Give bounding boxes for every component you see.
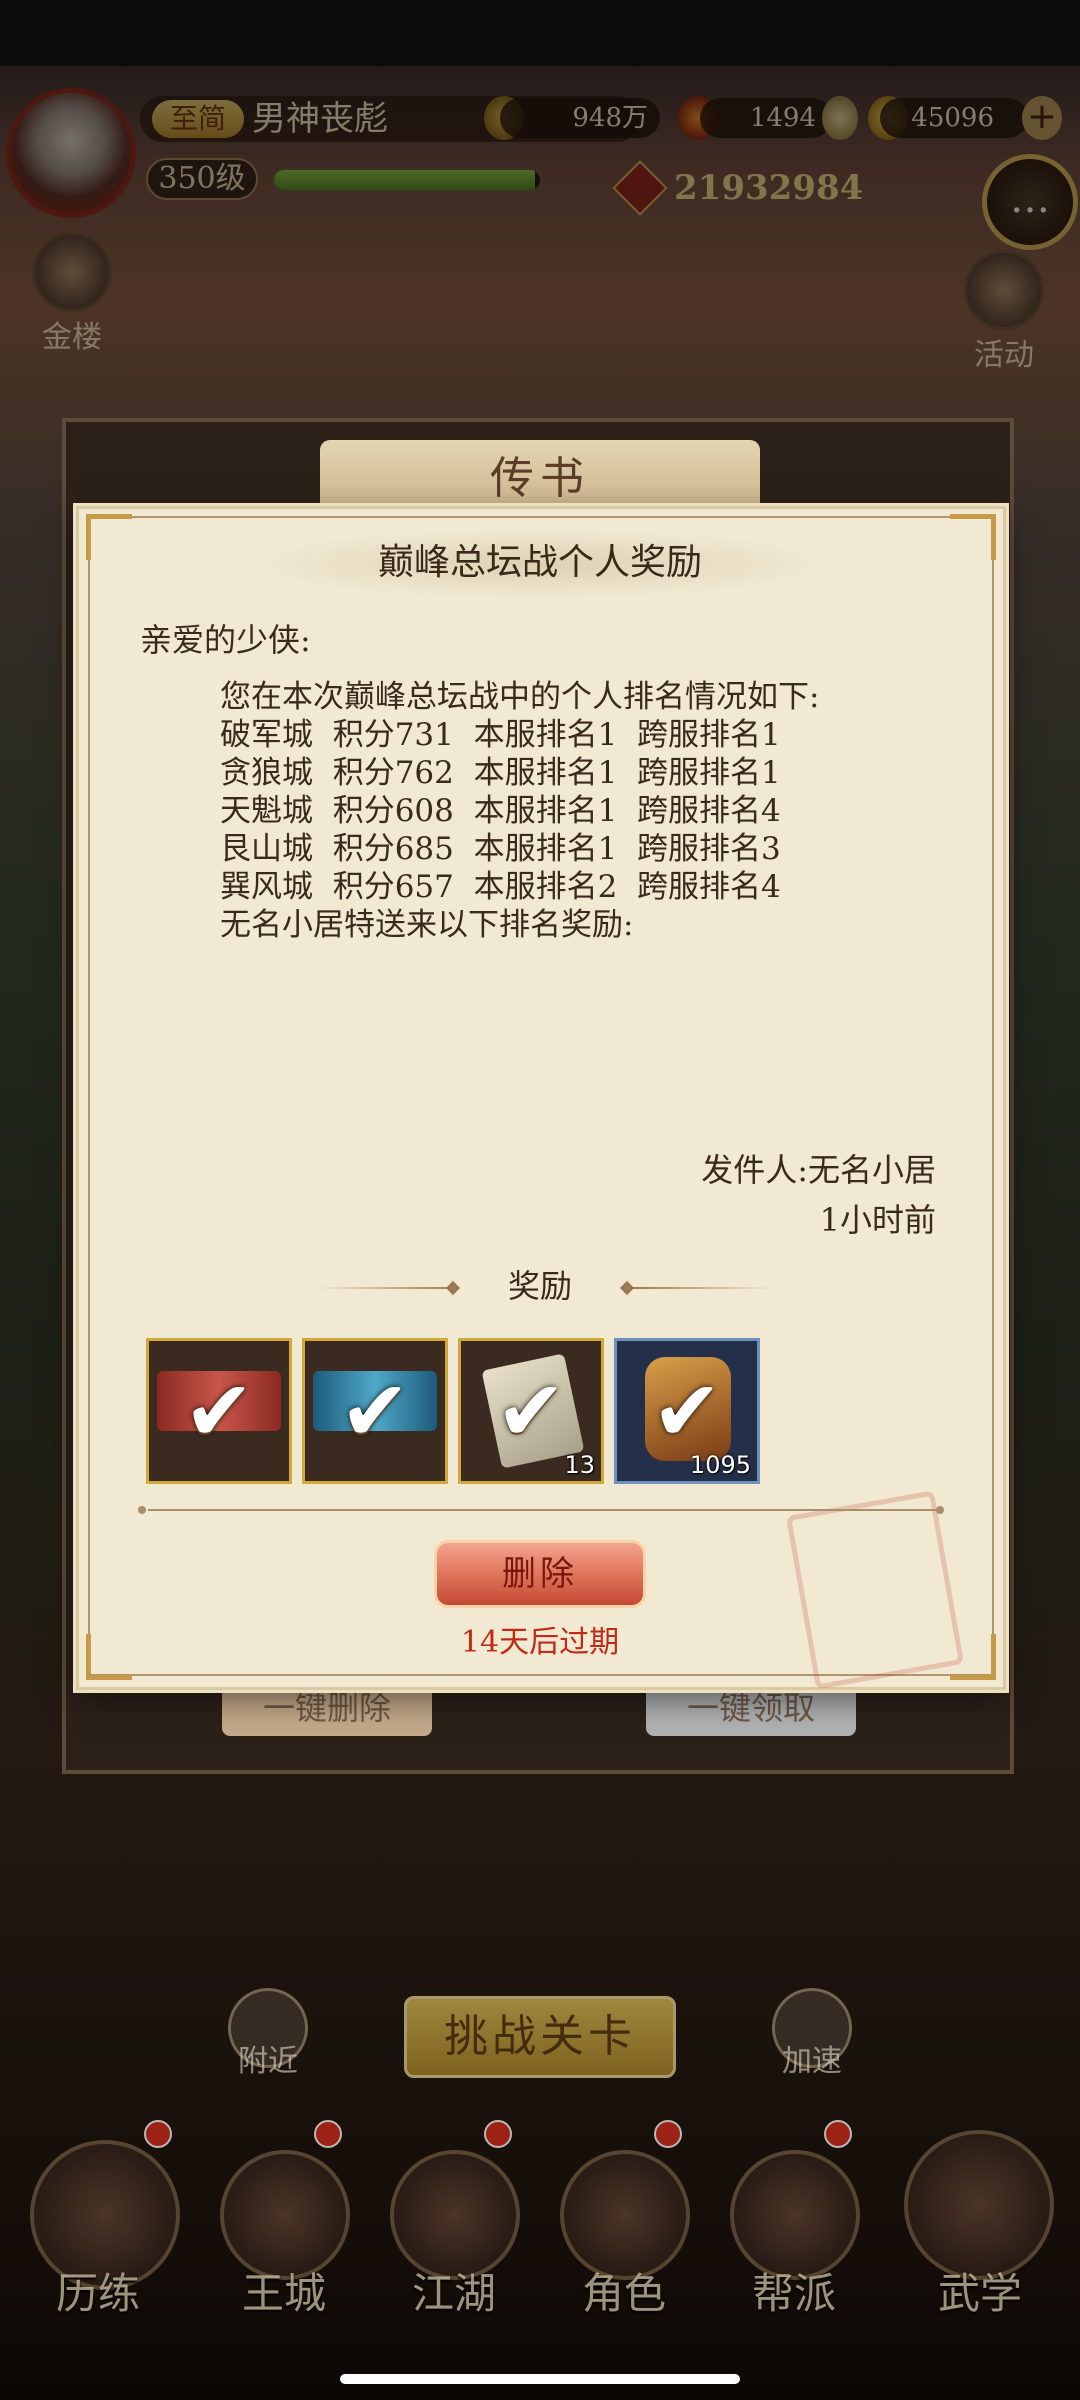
delete-button[interactable]: 删除 bbox=[434, 1540, 646, 1608]
rank-row: 贪狼城 积分762 本服排名1 跨服排名1 bbox=[220, 755, 781, 791]
claimed-check-icon: ✔ bbox=[183, 1362, 255, 1460]
rank-row: 巽风城 积分657 本服排名2 跨服排名4 bbox=[220, 869, 781, 905]
reward-item[interactable]: ✔ bbox=[302, 1338, 448, 1484]
mail-title: 巅峰总坛战个人奖励 bbox=[377, 542, 702, 583]
reward-count: 1095 bbox=[689, 1451, 751, 1479]
notification-dot bbox=[144, 2120, 172, 2148]
mail-greeting: 亲爱的少侠: bbox=[140, 621, 311, 659]
tab-juese[interactable]: 角色 bbox=[554, 2260, 694, 2321]
rank-row: 天魁城 积分608 本服排名1 跨服排名4 bbox=[220, 793, 781, 829]
rank-row: 破军城 积分731 本服排名1 跨服排名1 bbox=[220, 717, 781, 753]
claimed-check-icon: ✔ bbox=[339, 1362, 411, 1460]
reward-item[interactable]: ✔ bbox=[146, 1338, 292, 1484]
notification-dot bbox=[484, 2120, 512, 2148]
reward-item[interactable]: ✔ 1095 bbox=[614, 1338, 760, 1484]
notification-dot bbox=[314, 2120, 342, 2148]
mail-intro: 您在本次巅峰总坛战中的个人排名情况如下: bbox=[220, 679, 820, 715]
rank-row: 艮山城 积分685 本服排名1 跨服排名3 bbox=[220, 831, 781, 867]
reward-count: 13 bbox=[564, 1451, 595, 1479]
game-scene: 至简 男神丧彪 948万 1494 45096 + 350级 21932984 … bbox=[0, 0, 1080, 2400]
mail-time: 1小时前 bbox=[819, 1201, 936, 1239]
nearby-label: 附近 bbox=[238, 2044, 298, 2079]
reward-header: 奖励 bbox=[507, 1267, 572, 1305]
mail-sender: 发件人:无名小居 bbox=[701, 1151, 936, 1189]
divider-dot bbox=[138, 1506, 146, 1514]
divider-dot bbox=[936, 1506, 944, 1514]
tab-bangpai[interactable]: 帮派 bbox=[724, 2260, 864, 2321]
notification-dot bbox=[654, 2120, 682, 2148]
tab-lilian[interactable]: 历练 bbox=[28, 2260, 168, 2321]
tab-wuxue[interactable]: 武学 bbox=[910, 2260, 1050, 2321]
mail-closing: 无名小居特送来以下排名奖励: bbox=[220, 907, 634, 943]
mail-divider bbox=[148, 1509, 938, 1511]
notification-dot bbox=[824, 2120, 852, 2148]
tab-wuxue-icon[interactable] bbox=[904, 2130, 1054, 2280]
expire-notice: 14天后过期 bbox=[460, 1625, 620, 1660]
challenge-stage-button[interactable]: 挑战关卡 bbox=[404, 1996, 676, 2078]
reward-item[interactable]: ✔ 13 bbox=[458, 1338, 604, 1484]
home-indicator[interactable] bbox=[340, 2374, 740, 2384]
speed-label: 加速 bbox=[782, 2044, 842, 2079]
tab-jianghu[interactable]: 江湖 bbox=[384, 2260, 524, 2321]
tab-wangcheng[interactable]: 王城 bbox=[214, 2260, 354, 2321]
reward-header-line-right bbox=[632, 1287, 772, 1289]
